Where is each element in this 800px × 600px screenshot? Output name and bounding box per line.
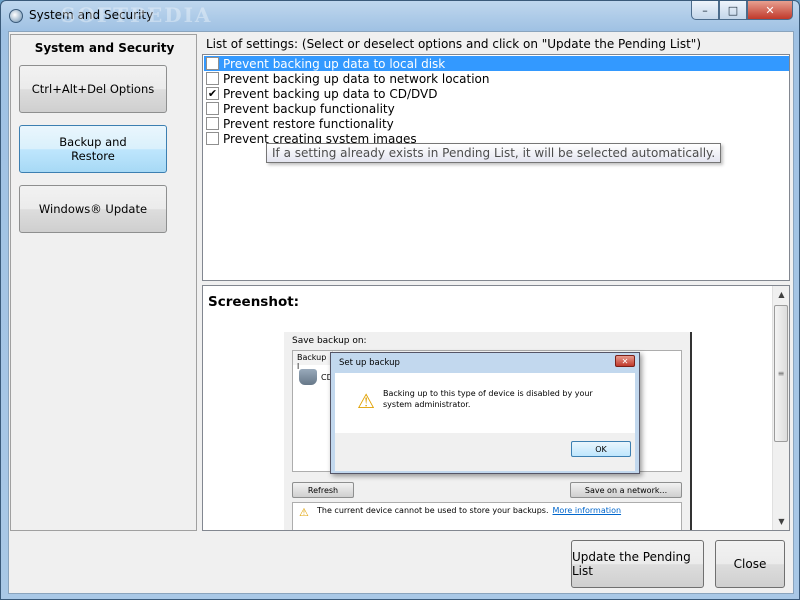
screenshot-image: Save backup on: Backup l CD Set up backu… xyxy=(284,332,692,530)
embed-save-network-button: Save on a network... xyxy=(570,482,682,498)
setting-row[interactable]: Prevent restore functionality xyxy=(204,116,789,131)
setting-row[interactable]: Prevent backing up data to network locat… xyxy=(204,71,789,86)
close-window-button[interactable]: ✕ xyxy=(747,1,793,20)
backup-and-restore-button[interactable]: Backup and Restore xyxy=(19,125,167,173)
embed-note-box: ⚠ The current device cannot be used to s… xyxy=(292,502,682,530)
warning-icon: ⚠ xyxy=(357,389,375,413)
windows-update-button[interactable]: Windows® Update xyxy=(19,185,167,233)
setting-label: Prevent restore functionality xyxy=(223,116,394,131)
scroll-up-icon[interactable]: ▲ xyxy=(773,286,789,303)
category-sidebar: System and Security Ctrl+Alt+Del Options… xyxy=(10,34,197,531)
client-area: System and Security Ctrl+Alt+Del Options… xyxy=(8,31,794,594)
cd-drive-icon xyxy=(299,369,317,385)
scroll-down-icon[interactable]: ▼ xyxy=(773,513,789,530)
grip-icon: ≡ xyxy=(777,369,785,378)
setting-row[interactable]: Prevent backing up data to local disk xyxy=(204,56,789,71)
setting-checkbox[interactable] xyxy=(206,72,219,85)
maximize-icon: □ xyxy=(727,3,739,17)
close-icon: ✕ xyxy=(765,3,775,17)
watermark: SOFTPEDIA xyxy=(61,3,213,27)
scroll-thumb[interactable]: ≡ xyxy=(774,305,788,442)
setting-row[interactable]: ✔ Prevent backing up data to CD/DVD xyxy=(204,86,789,101)
settings-list-label: List of settings: (Select or deselect op… xyxy=(206,37,702,51)
setting-checkbox[interactable] xyxy=(206,132,219,145)
setting-label: Prevent backing up data to network locat… xyxy=(223,71,490,86)
embed-refresh-button: Refresh xyxy=(292,482,354,498)
app-icon[interactable] xyxy=(9,9,23,23)
setting-checkbox[interactable] xyxy=(206,102,219,115)
embed-setup-backup-dialog: Set up backup ✕ ⚠ Backing up to this typ… xyxy=(330,352,640,474)
embed-dialog-body: ⚠ Backing up to this type of device is d… xyxy=(335,373,635,433)
embed-ok-button: OK xyxy=(571,441,631,457)
setting-checkbox[interactable]: ✔ xyxy=(206,87,219,100)
embed-save-label: Save backup on: xyxy=(292,336,367,346)
pending-list-tooltip: If a setting already exists in Pending L… xyxy=(266,143,722,163)
ctrl-alt-del-options-button[interactable]: Ctrl+Alt+Del Options xyxy=(19,65,167,113)
setting-label: Prevent backup functionality xyxy=(223,101,395,116)
embed-dialog-message: Backing up to this type of device is dis… xyxy=(383,389,593,409)
minimize-button[interactable]: – xyxy=(691,1,719,20)
embed-list-header: Backup l xyxy=(293,351,333,371)
minimize-icon: – xyxy=(702,3,708,17)
screenshot-scrollbar[interactable]: ▲ ≡ ▼ xyxy=(772,286,789,530)
update-pending-list-button[interactable]: Update the Pending List xyxy=(571,540,704,588)
setting-row[interactable]: Prevent backup functionality xyxy=(204,101,789,116)
warning-icon: ⚠ xyxy=(299,506,309,519)
sidebar-title: System and Security xyxy=(34,41,175,55)
close-button[interactable]: Close xyxy=(715,540,785,588)
embed-dialog-title: Set up backup xyxy=(339,358,400,368)
embed-more-info-link: More information xyxy=(552,506,622,515)
embed-dialog-footer: OK xyxy=(335,433,635,471)
embed-note: The current device cannot be used to sto… xyxy=(317,506,621,515)
title-bar[interactable]: System and Security SOFTPEDIA – □ ✕ xyxy=(1,1,799,31)
setting-checkbox[interactable] xyxy=(206,117,219,130)
main-window: System and Security SOFTPEDIA – □ ✕ Syst… xyxy=(0,0,800,600)
screenshot-panel: Screenshot: Save backup on: Backup l CD … xyxy=(202,285,790,531)
setting-checkbox[interactable] xyxy=(206,57,219,70)
embed-dialog-close-icon: ✕ xyxy=(615,355,635,367)
window-controls: – □ ✕ xyxy=(691,1,793,20)
maximize-button[interactable]: □ xyxy=(719,1,747,20)
settings-list[interactable]: Prevent backing up data to local disk Pr… xyxy=(202,54,790,281)
screenshot-title: Screenshot: xyxy=(208,294,300,310)
setting-label: Prevent backing up data to local disk xyxy=(223,56,446,71)
embed-note-text: The current device cannot be used to sto… xyxy=(317,506,549,515)
setting-label: Prevent backing up data to CD/DVD xyxy=(223,86,438,101)
